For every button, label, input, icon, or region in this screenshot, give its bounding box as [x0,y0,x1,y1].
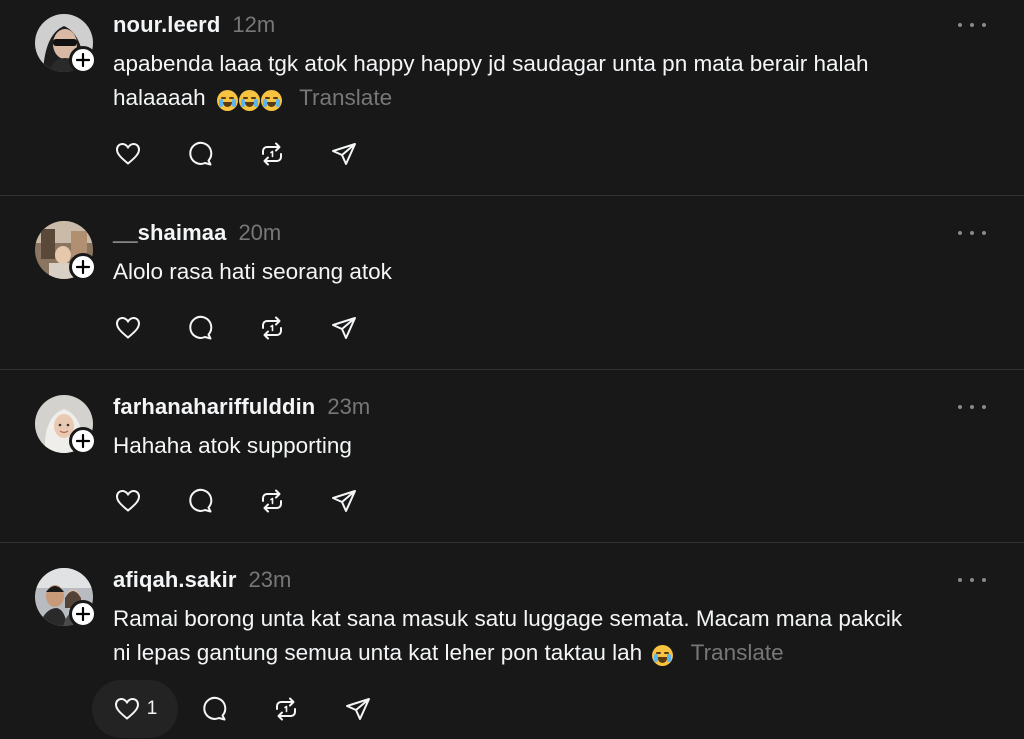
like-button[interactable] [110,310,146,346]
comment-bubble-icon [189,488,213,513]
send-icon [332,490,356,512]
post-header: farhanahariffulddin 23m [113,394,370,420]
heart-icon [115,489,141,512]
timestamp[interactable]: 23m [248,567,291,593]
reply-button[interactable] [182,483,218,519]
post-1: nour.leerd 12m apabenda laaa tgk atok ha… [0,0,1024,195]
like-button[interactable] [110,483,146,519]
comment-bubble-icon [189,141,213,166]
post-text-line: Alolo rasa hati seorang atok [113,259,392,284]
avatar-with-follow[interactable] [35,395,97,455]
share-button[interactable] [326,483,362,519]
plus-icon [76,260,90,274]
post-text: Hahaha atok supporting [113,429,993,463]
post-text-line: ni lepas gantung semua unta kat leher po… [113,636,993,680]
post-text-line: halaaaah Translate [113,81,993,125]
username[interactable]: nour.leerd [113,12,220,38]
reply-button[interactable] [182,136,218,172]
repost-icon [262,316,282,340]
share-button[interactable] [340,691,376,727]
action-bar [110,483,398,519]
timestamp[interactable]: 12m [232,12,275,38]
comment-bubble-icon [189,315,213,340]
plus-icon [76,607,90,621]
post-text-line-2: halaaaah [113,85,206,110]
share-button[interactable] [326,310,362,346]
send-icon [332,143,356,165]
more-dots-icon[interactable] [958,401,986,413]
post-text-line: apabenda laaa tgk atok happy happy jd sa… [113,51,869,76]
reply-button[interactable] [182,310,218,346]
username[interactable]: farhanahariffulddin [113,394,315,420]
timestamp[interactable]: 23m [327,394,370,420]
like-count: 1 [146,698,158,719]
repost-button[interactable] [254,310,290,346]
repost-icon [262,489,282,513]
repost-icon [276,697,296,721]
send-icon [332,317,356,339]
repost-button[interactable] [254,483,290,519]
translate-link[interactable]: Translate [691,640,784,665]
post-4: afiqah.sakir 23m Ramai borong unta kat s… [0,543,1024,739]
avatar-with-follow[interactable] [35,14,97,74]
reply-button[interactable] [196,691,232,727]
action-bar [110,136,398,172]
post-header: afiqah.sakir 23m [113,567,291,593]
follow-button[interactable] [69,600,97,628]
post-text: apabenda laaa tgk atok happy happy jd sa… [113,47,993,125]
follow-button[interactable] [69,253,97,281]
post-text: Alolo rasa hati seorang atok [113,255,993,289]
username[interactable]: __shaimaa [113,220,226,246]
translate-link[interactable]: Translate [299,85,392,110]
action-bar [110,310,398,346]
post-2: __shaimaa 20m Alolo rasa hati seorang at… [0,196,1024,369]
reply-feed: nour.leerd 12m apabenda laaa tgk atok ha… [0,0,1024,739]
username[interactable]: afiqah.sakir [113,567,236,593]
follow-button[interactable] [69,46,97,74]
avatar-with-follow[interactable] [35,568,97,628]
post-text-line: Ramai borong unta kat sana masuk satu lu… [113,606,903,631]
timestamp[interactable]: 20m [238,220,281,246]
more-dots-icon[interactable] [958,19,986,31]
heart-icon [114,697,139,720]
post-3: farhanahariffulddin 23m Hahaha atok supp… [0,370,1024,542]
more-dots-icon[interactable] [958,227,986,239]
repost-icon [262,142,282,166]
heart-icon [115,316,141,339]
post-header: __shaimaa 20m [113,220,281,246]
like-button[interactable]: 1 [92,680,178,738]
follow-button[interactable] [69,427,97,455]
comment-bubble-icon [203,696,227,721]
heart-icon [115,142,141,165]
plus-icon [76,53,90,67]
avatar-with-follow[interactable] [35,221,97,281]
repost-button[interactable] [254,136,290,172]
post-header: nour.leerd 12m [113,12,275,38]
post-text-line: Hahaha atok supporting [113,433,352,458]
repost-button[interactable] [268,691,304,727]
plus-icon [76,434,90,448]
share-button[interactable] [326,136,362,172]
post-text-line-2: ni lepas gantung semua unta kat leher po… [113,640,643,665]
more-dots-icon[interactable] [958,574,986,586]
send-icon [346,698,370,720]
like-button[interactable] [110,136,146,172]
post-text: Ramai borong unta kat sana masuk satu lu… [113,602,993,680]
action-bar: 1 [92,680,412,738]
